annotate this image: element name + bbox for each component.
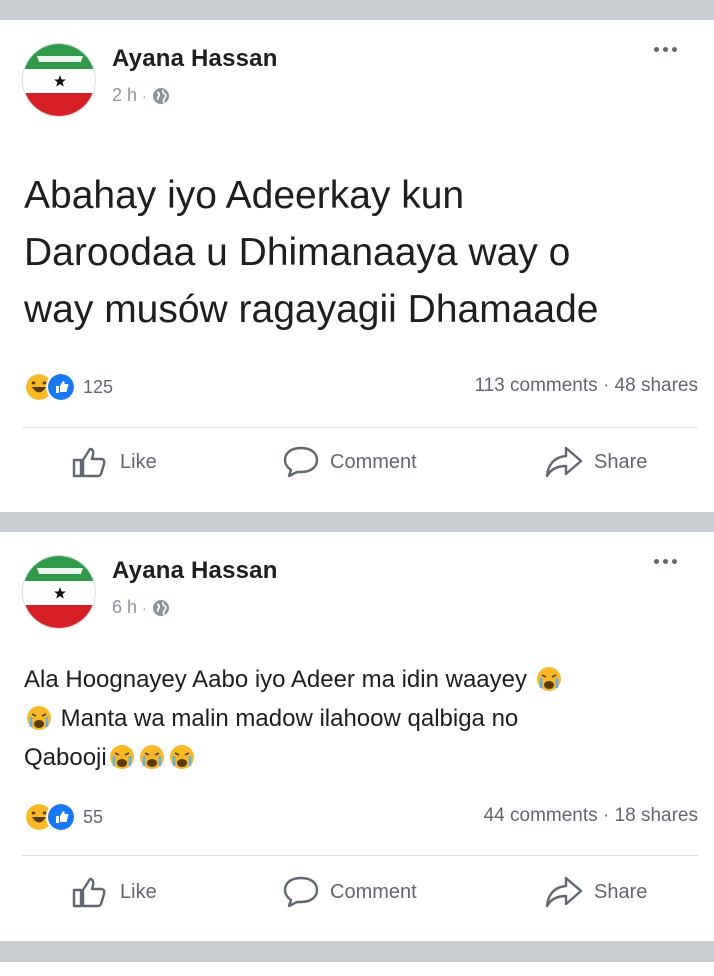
comment-button[interactable]: Comment — [282, 875, 417, 909]
divider — [22, 427, 698, 428]
thumbs-up-icon — [72, 447, 106, 478]
globe-icon — [152, 87, 170, 105]
reaction-count: 125 — [83, 376, 114, 397]
avatar[interactable] — [22, 43, 96, 117]
post-text-segment: Manta wa malin madow ilahoow qalbiga no — [60, 705, 519, 732]
comments-count[interactable]: 113 comments — [474, 375, 597, 396]
comment-label: Comment — [330, 450, 417, 473]
divider — [22, 855, 698, 856]
post-meta: 2 h · — [112, 85, 170, 106]
crying-face-icon — [169, 745, 194, 769]
comment-icon — [283, 446, 319, 478]
share-button[interactable]: Share — [544, 875, 647, 909]
action-bar: Like Comment Share — [0, 875, 714, 925]
post-stats: 113 comments · 48 shares — [474, 375, 698, 397]
stats-separator: · — [602, 375, 610, 396]
crying-face-icon — [536, 667, 561, 691]
share-button[interactable]: Share — [544, 445, 647, 479]
meta-separator: · — [142, 599, 147, 616]
comments-count[interactable]: 44 comments — [484, 805, 598, 826]
post-text-line: way musów ragayagii Dhamaade — [24, 288, 599, 331]
reaction-summary[interactable]: 55 — [24, 802, 103, 832]
avatar[interactable] — [22, 555, 96, 629]
thumbs-up-icon — [72, 877, 106, 908]
like-icon — [46, 802, 76, 832]
post-text-line: Ala Hoognayey Aabo iyo Adeer ma idin waa… — [24, 660, 704, 699]
like-icon — [46, 372, 76, 402]
feed-top-separator — [0, 0, 714, 20]
comment-icon — [283, 876, 319, 908]
share-label: Share — [594, 880, 648, 903]
globe-icon — [152, 599, 170, 617]
post-text-line: Daroodaa u Dhimanaaya way o — [24, 231, 571, 274]
post-stats: 44 comments · 18 shares — [484, 805, 698, 827]
like-label: Like — [120, 880, 157, 903]
share-icon — [545, 876, 583, 908]
author-name[interactable]: Ayana Hassan — [112, 557, 278, 585]
like-button[interactable]: Like — [72, 445, 157, 479]
post-text: Ala Hoognayey Aabo iyo Adeer ma idin waa… — [24, 660, 704, 777]
post-text-segment: Ala Hoognayey Aabo iyo Adeer ma idin waa… — [24, 666, 527, 693]
crying-face-icon — [27, 706, 51, 730]
share-label: Share — [594, 450, 648, 473]
post-time[interactable]: 6 h — [112, 597, 137, 618]
crying-face-icon — [109, 745, 134, 769]
post-card: Ayana Hassan 2 h · Abahay iyo Adeerkay k… — [0, 20, 714, 512]
post-text-line: Qabooji — [24, 738, 704, 777]
shares-count[interactable]: 18 shares — [615, 805, 698, 826]
post-text-line: Abahay iyo Adeerkay kun — [24, 174, 465, 217]
news-feed: Ayana Hassan 2 h · Abahay iyo Adeerkay k… — [0, 0, 714, 976]
more-options-icon[interactable] — [654, 42, 688, 56]
comment-label: Comment — [330, 880, 417, 903]
post-time[interactable]: 2 h — [112, 85, 137, 106]
action-bar: Like Comment Share — [0, 445, 714, 495]
somaliland-flag-icon — [23, 44, 95, 116]
post-text-segment: Qabooji — [24, 744, 107, 771]
post-text: Abahay iyo Adeerkay kun Daroodaa u Dhima… — [24, 167, 694, 338]
more-options-icon[interactable] — [654, 554, 688, 568]
share-icon — [545, 446, 583, 478]
reaction-summary[interactable]: 125 — [24, 372, 113, 402]
shares-count[interactable]: 48 shares — [615, 375, 698, 396]
reaction-count: 55 — [83, 806, 104, 827]
somaliland-flag-icon — [23, 556, 95, 628]
post-meta: 6 h · — [112, 597, 170, 618]
post-card: Ayana Hassan 6 h · Ala Hoognayey Aabo iy… — [0, 532, 714, 941]
like-label: Like — [120, 450, 157, 473]
like-button[interactable]: Like — [72, 875, 157, 909]
crying-face-icon — [139, 745, 164, 769]
comment-button[interactable]: Comment — [282, 445, 417, 479]
post-text-line: Manta wa malin madow ilahoow qalbiga no — [24, 699, 704, 738]
stats-separator: · — [602, 805, 610, 826]
author-name[interactable]: Ayana Hassan — [112, 45, 278, 73]
next-post-edge — [0, 962, 714, 976]
meta-separator: · — [142, 87, 147, 104]
